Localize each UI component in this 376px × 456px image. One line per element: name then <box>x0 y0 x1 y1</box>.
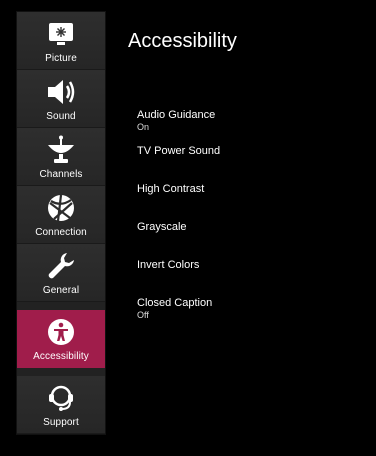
speaker-icon <box>44 75 78 109</box>
sidebar-item-label: Connection <box>35 227 87 238</box>
satellite-dish-icon <box>44 133 78 167</box>
tv-settings-screen: Picture Sound Channels Connection Genera… <box>0 0 376 456</box>
globe-network-icon <box>44 191 78 225</box>
sidebar-item-channels[interactable]: Channels <box>17 128 105 186</box>
sidebar-item-connection[interactable]: Connection <box>17 186 105 244</box>
sidebar-item-label: Support <box>43 417 79 428</box>
menu-item-grayscale[interactable]: Grayscale <box>137 221 367 234</box>
menu-item-label: Invert Colors <box>137 259 200 271</box>
menu-item-tv-power-sound[interactable]: TV Power Sound <box>137 145 367 158</box>
wrench-icon <box>44 249 78 283</box>
sidebar-item-accessibility[interactable]: Accessibility <box>17 310 105 368</box>
sidebar-item-sound[interactable]: Sound <box>17 70 105 128</box>
picture-icon <box>44 17 78 51</box>
sidebar-item-general[interactable]: General <box>17 244 105 302</box>
page-title: Accessibility <box>128 30 237 52</box>
sidebar-item-label: Picture <box>45 53 77 64</box>
sidebar-item-support[interactable]: Support <box>17 376 105 434</box>
headset-support-icon <box>44 381 78 415</box>
sidebar-item-label: Channels <box>39 169 83 180</box>
sidebar-item-label: General <box>42 285 80 296</box>
menu-item-audio-guidance[interactable]: Audio Guidance On <box>137 109 367 133</box>
menu-item-label: Grayscale <box>137 221 187 233</box>
sidebar-item-picture[interactable]: Picture <box>17 12 105 70</box>
menu-item-label: TV Power Sound <box>137 145 221 157</box>
menu-item-high-contrast[interactable]: High Contrast <box>137 183 367 196</box>
menu-item-label: High Contrast <box>137 183 205 195</box>
menu-item-value: Off <box>137 310 149 320</box>
settings-sidebar: Picture Sound Channels Connection Genera… <box>17 12 105 434</box>
menu-item-label: Closed Caption <box>137 297 213 309</box>
sidebar-item-label: Accessibility <box>33 351 89 362</box>
accessibility-icon <box>44 315 78 349</box>
sidebar-item-label: Sound <box>46 111 76 122</box>
menu-item-label: Audio Guidance <box>137 109 216 121</box>
menu-item-value: On <box>137 122 150 132</box>
menu-item-invert-colors[interactable]: Invert Colors <box>137 259 367 272</box>
menu-item-closed-caption[interactable]: Closed Caption Off <box>137 297 367 321</box>
